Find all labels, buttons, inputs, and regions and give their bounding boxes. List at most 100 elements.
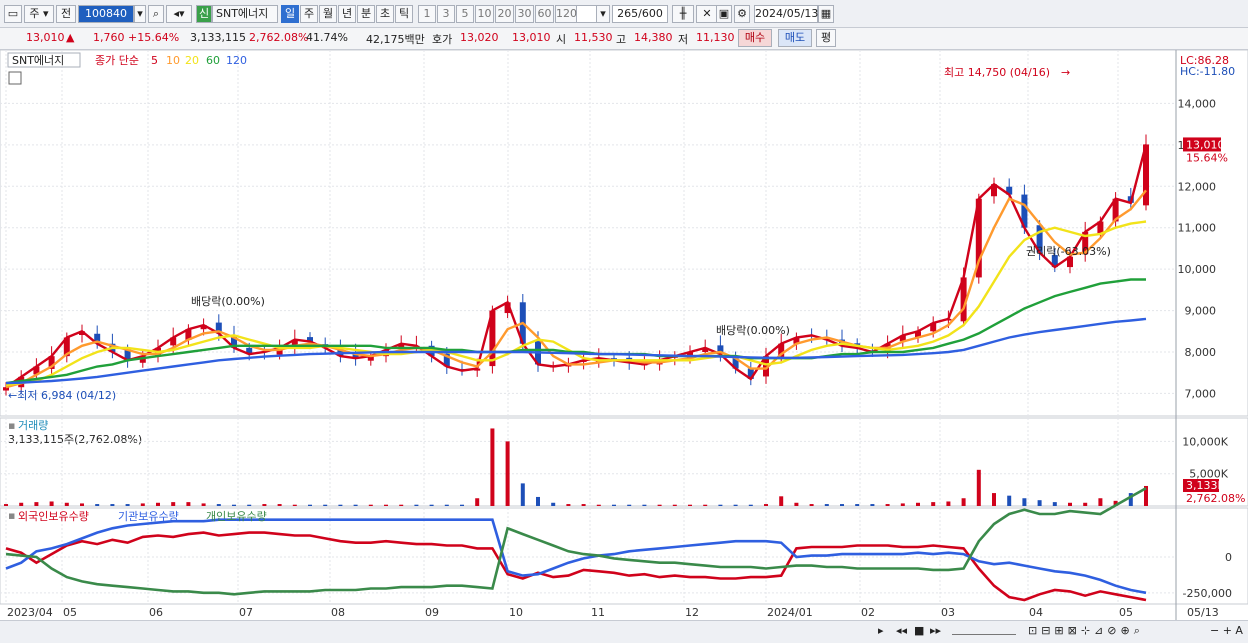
sell-button[interactable]: 매도 xyxy=(778,29,812,47)
window-icon[interactable]: ▭ xyxy=(4,5,22,23)
volume-bar xyxy=(444,504,449,506)
volume-bar xyxy=(748,504,753,506)
volume-bar xyxy=(308,504,312,506)
interval-120[interactable]: 120 xyxy=(555,5,577,23)
period-3[interactable]: 년 xyxy=(338,5,356,23)
x-tick-label: 10 xyxy=(509,606,523,619)
volume-bar xyxy=(916,502,920,506)
search-icon[interactable]: ⌕ xyxy=(148,5,164,23)
annotation-div: 배당락(0.00%) xyxy=(191,295,265,308)
price: 13,010 xyxy=(26,31,65,44)
volume: 3,133,115 xyxy=(190,31,246,44)
chart-area[interactable]: 7,0008,0009,00010,00011,00012,00013,0001… xyxy=(0,50,1248,620)
volume-title: 거래량 xyxy=(18,419,48,432)
hc-label: HC:-11.80 xyxy=(1180,65,1235,78)
x-tick-label: 07 xyxy=(239,606,253,619)
interval-5[interactable]: 5 xyxy=(456,5,474,23)
volume-bar xyxy=(870,504,875,506)
volume-bar xyxy=(156,502,160,506)
period-6[interactable]: 틱 xyxy=(395,5,413,23)
count-max: /600 xyxy=(638,7,663,20)
calendar-icon[interactable]: ▦ xyxy=(818,5,834,23)
stop-icon[interactable]: ■ xyxy=(914,624,924,637)
interval-20[interactable]: 20 xyxy=(495,5,514,23)
volume-bar xyxy=(1037,500,1042,506)
volume-bar xyxy=(961,498,966,506)
interval-10[interactable]: 10 xyxy=(475,5,494,23)
y-tick-label: 9,000 xyxy=(1185,305,1217,318)
candle-icon[interactable]: ╫ xyxy=(672,5,694,23)
legend-item: 종가 단순 xyxy=(95,54,139,67)
volume-bar xyxy=(1098,498,1103,506)
volume-bar xyxy=(840,504,844,506)
scroll-right-icon[interactable]: ▸ xyxy=(878,624,884,637)
sound-icon[interactable]: ◂▾ xyxy=(166,5,192,23)
holdings-legend: 외국인보유수량 xyxy=(18,510,89,523)
volume-bar xyxy=(931,502,936,506)
ask: 13,020 xyxy=(460,31,499,44)
x-tick-label: 05/13 xyxy=(1187,606,1219,619)
gear-icon[interactable]: ⚙ xyxy=(734,5,750,23)
period-4[interactable]: 분 xyxy=(357,5,375,23)
volume-bar xyxy=(688,504,692,506)
last-pct: 15.64% xyxy=(1186,151,1228,164)
y-tick-label: 7,000 xyxy=(1185,387,1217,400)
type-label: 주 xyxy=(29,7,40,20)
period-5[interactable]: 초 xyxy=(376,5,394,23)
volume-bar xyxy=(718,504,723,506)
period-1[interactable]: 주 xyxy=(300,5,318,23)
date-input[interactable]: 2024/05/13 xyxy=(754,5,818,23)
period-0[interactable]: 일 xyxy=(281,5,299,23)
turnover-rate: 41.74% xyxy=(306,31,348,44)
annotation-rights: 권리락(-63.03%) xyxy=(1026,245,1111,258)
volume-pane xyxy=(0,417,1248,507)
change: 1,760 xyxy=(93,31,125,44)
period-2[interactable]: 월 xyxy=(319,5,337,23)
volume-bar xyxy=(475,498,480,506)
volume-bar xyxy=(232,504,236,506)
interval-3[interactable]: 3 xyxy=(437,5,455,23)
volume-bar xyxy=(292,504,297,506)
volume-bar xyxy=(19,502,24,506)
volume-bar xyxy=(946,501,951,506)
interval-60[interactable]: 60 xyxy=(535,5,554,23)
volume-bar xyxy=(900,503,905,506)
volume-bar xyxy=(80,503,84,506)
volume-bar xyxy=(794,502,799,506)
legend-item: 20 xyxy=(185,54,199,67)
volume-bar xyxy=(809,504,814,506)
interval-1[interactable]: 1 xyxy=(418,5,436,23)
volume-bar xyxy=(824,504,829,506)
volume-bar xyxy=(520,483,525,506)
code-dropdown-icon[interactable]: ▾ xyxy=(134,5,146,23)
prev-button[interactable]: 전 xyxy=(56,5,76,23)
count-field[interactable]: 265/600 xyxy=(612,5,668,23)
tool-icons[interactable]: ⊡⊟⊞⊠⊹⊿⊘⊕⌕ xyxy=(1028,624,1144,638)
stock-name[interactable]: SNT에너지 xyxy=(212,5,278,23)
volume-bar xyxy=(140,503,145,506)
next-icon[interactable]: ▸▸ xyxy=(930,624,941,637)
buy-button[interactable]: 매수 xyxy=(738,29,772,47)
high: 14,380 xyxy=(634,31,673,44)
volume-bar xyxy=(627,504,632,506)
avg-button[interactable]: 평 xyxy=(816,29,836,47)
zoom-slider[interactable] xyxy=(952,624,1016,635)
volume-bar xyxy=(368,504,373,506)
y-tick-label: 8,000 xyxy=(1185,346,1217,359)
interval-30[interactable]: 30 xyxy=(515,5,534,23)
hold-tick-label: 0 xyxy=(1225,551,1232,564)
y-tick-label: 10,000 xyxy=(1178,263,1217,276)
type-select[interactable]: 주 ▾ xyxy=(24,5,54,23)
volume-bar xyxy=(460,504,464,506)
volume-bar xyxy=(703,504,708,506)
zoom-label[interactable]: − + A xyxy=(1210,624,1243,637)
code-input[interactable]: 100840 xyxy=(78,5,134,23)
volume-bar xyxy=(581,504,586,506)
volume-bar xyxy=(1083,502,1088,506)
save-icon[interactable]: ▣ xyxy=(716,5,732,23)
prev-icon[interactable]: ◂◂ xyxy=(896,624,907,637)
interval-dropdown-icon[interactable]: ▾ xyxy=(596,5,610,23)
cross-icon[interactable]: ✕ xyxy=(696,5,718,23)
volume-bar xyxy=(779,496,784,506)
volume-ratio: 2,762.08% xyxy=(249,31,309,44)
